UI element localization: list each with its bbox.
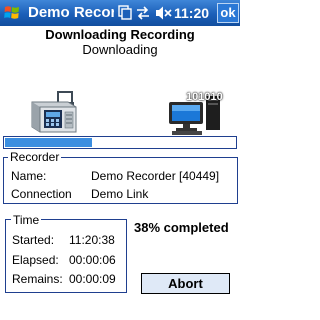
connection-value: Demo Link — [91, 187, 149, 201]
binary-data-text: 101010 — [186, 91, 223, 103]
status-subtitle: Downloading — [82, 42, 158, 57]
started-label: Started: — [12, 233, 55, 247]
remains-label: Remains: — [12, 272, 63, 286]
started-value: 11:20:38 — [69, 233, 115, 247]
speaker-muted-icon[interactable] — [155, 5, 172, 21]
abort-button[interactable]: Abort — [141, 273, 230, 294]
progress-bar — [3, 136, 237, 149]
time-group-legend: Time — [11, 213, 42, 227]
title-bar: Demo Recorde 11:20 ok — [0, 0, 240, 26]
recorder-device-icon — [31, 91, 77, 133]
recorder-group: Recorder Name: Demo Recorder [40449] Con… — [3, 150, 238, 204]
percent-completed: 38% completed — [134, 220, 229, 235]
clock[interactable]: 11:20 — [174, 4, 209, 22]
elapsed-label: Elapsed: — [12, 253, 59, 267]
recorder-name-label: Name: — [11, 169, 47, 183]
windows-start-icon[interactable] — [3, 4, 21, 22]
time-group: Time Started: 11:20:38 Elapsed: 00:00:06… — [5, 213, 127, 293]
recorder-group-legend: Recorder — [8, 150, 62, 164]
connection-label: Connection — [11, 187, 72, 201]
recorder-name-value: Demo Recorder [40449] — [91, 169, 220, 183]
page-title: Downloading Recording — [45, 27, 195, 42]
remains-value: 00:00:09 — [69, 272, 116, 286]
elapsed-value: 00:00:06 — [69, 253, 116, 267]
connectivity-icon[interactable] — [136, 5, 150, 21]
progress-bar-fill — [5, 138, 93, 147]
app-switch-icon[interactable] — [118, 5, 132, 21]
ok-button[interactable]: ok — [217, 3, 239, 23]
window-title: Demo Recorde — [28, 4, 114, 21]
